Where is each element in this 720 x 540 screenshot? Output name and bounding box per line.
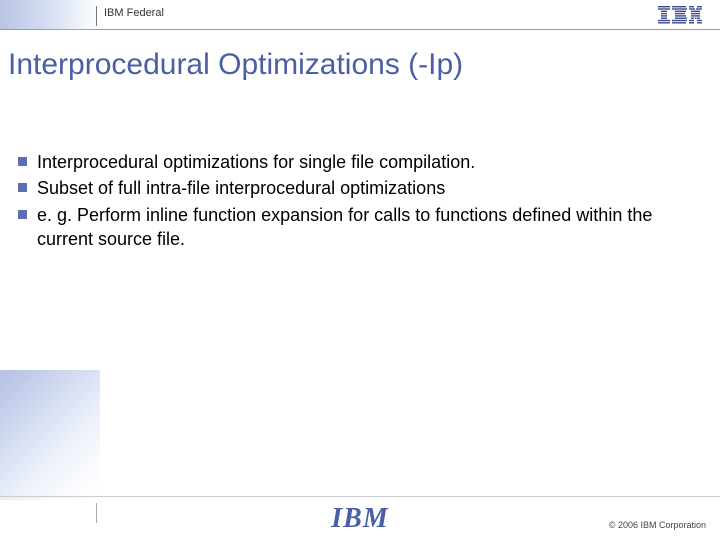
header-label: IBM Federal <box>104 7 164 19</box>
square-bullet-icon <box>18 157 27 166</box>
copyright-text: © 2006 IBM Corporation <box>609 520 706 530</box>
ibm-wordmark: IBM <box>331 503 388 535</box>
slide-title: Interprocedural Optimizations (-Ip) <box>0 30 720 90</box>
ibm-logo-icon <box>658 6 702 24</box>
list-item: Interprocedural optimizations for single… <box>18 150 702 174</box>
footer-divider-tick <box>96 503 97 523</box>
left-accent-band <box>0 370 100 500</box>
list-item: e. g. Perform inline function expansion … <box>18 203 702 252</box>
header-bar: IBM Federal <box>0 0 720 30</box>
content-area: Interprocedural optimizations for single… <box>0 90 720 251</box>
bullet-text: Subset of full intra-file interprocedura… <box>37 176 702 200</box>
square-bullet-icon <box>18 210 27 219</box>
list-item: Subset of full intra-file interprocedura… <box>18 176 702 200</box>
bullet-text: e. g. Perform inline function expansion … <box>37 203 702 252</box>
bullet-text: Interprocedural optimizations for single… <box>37 150 702 174</box>
header-accent-band <box>0 0 100 30</box>
square-bullet-icon <box>18 183 27 192</box>
header-divider-tick <box>96 6 97 26</box>
footer-bar: IBM © 2006 IBM Corporation <box>0 496 720 540</box>
